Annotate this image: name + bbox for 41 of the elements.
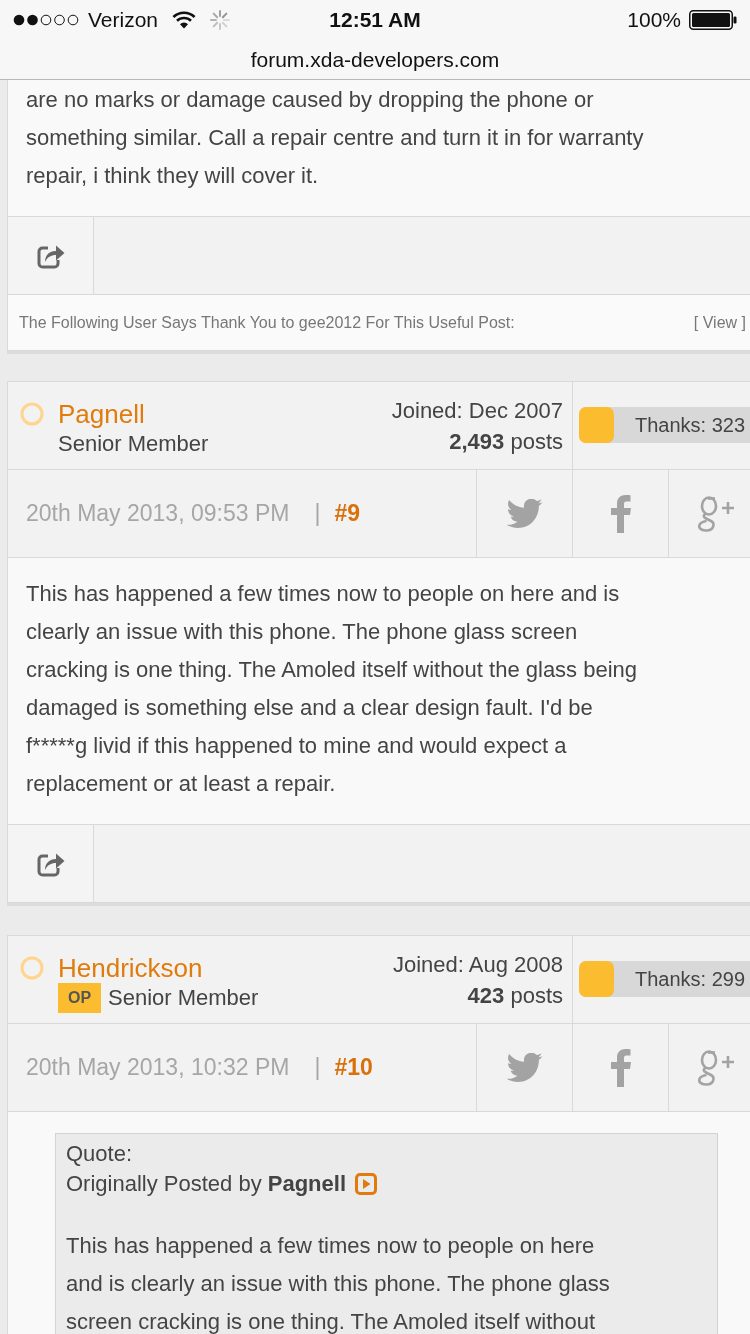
quote-text: This has happened a few times now to people on here and is clearly an issue with this phone. The phone glass screen cracking is one thing. The Amoled itself without	[66, 1232, 610, 1334]
battery-icon	[689, 10, 737, 30]
op-badge: OP	[58, 983, 101, 1013]
author-name[interactable]: Hendrickson	[58, 953, 203, 983]
square-icon	[579, 961, 614, 997]
signal-icon	[13, 14, 79, 26]
separator: |	[314, 500, 321, 527]
g-plus-icon	[697, 1047, 737, 1088]
bird-icon	[506, 498, 543, 529]
post-text: This has happened a few times now to people on here and is clearly an issue with this phone. The phone glass screen cracking is one thing. The Amoled itself without the glass being damaged is something else and a clear design fault. I'd be f*****g livid if this happened to mine and would expect a replacement or at least a repair.	[26, 580, 638, 798]
post-date: 20th May 2013, 10:32 PM	[26, 1054, 290, 1081]
quote-attribution: Originally Posted by Pagnell	[66, 1170, 346, 1198]
post-number[interactable]: #10	[334, 1054, 373, 1081]
letter-f-icon	[610, 1048, 631, 1087]
play-icon[interactable]	[355, 1173, 377, 1195]
join-date: Joined: Dec 2007	[391, 398, 563, 423]
letter-f-icon	[610, 494, 631, 533]
member-rank: Senior Member	[108, 984, 259, 1012]
loading-spinner-icon	[210, 10, 231, 30]
view-link[interactable]: [ View ]	[693, 313, 746, 332]
post-count: 423 posts	[467, 983, 563, 1008]
thanks-button[interactable]: Thanks: 323	[579, 407, 750, 443]
g-plus-icon	[697, 493, 737, 534]
carrier-name: Verizon	[88, 8, 159, 32]
thanks-button[interactable]: Thanks: 299	[579, 961, 750, 997]
bird-icon	[506, 1052, 543, 1083]
post-number[interactable]: #9	[334, 500, 360, 527]
post-text: are no marks or damage caused by dropping the phone or something similar. Call a repair centre and turn it in for warranty repair, i think they will cover it.	[26, 86, 644, 190]
clock-time: 12:51 AM	[329, 8, 421, 32]
square-icon	[579, 407, 614, 443]
thanks-note: The Following User Says Thank You to gee2012 For This Useful Post:	[19, 313, 515, 332]
battery-percent: 100%	[627, 8, 681, 32]
separator: |	[314, 1054, 321, 1081]
post-date: 20th May 2013, 09:53 PM	[26, 500, 290, 527]
post-count: 2,493 posts	[449, 429, 563, 454]
join-date: Joined: Aug 2008	[392, 952, 563, 977]
quote-label: Quote:	[66, 1140, 133, 1168]
member-rank: Senior Member	[58, 430, 209, 458]
author-name[interactable]: Pagnell	[58, 399, 145, 429]
wifi-icon	[172, 11, 197, 29]
address-text[interactable]: forum.xda-developers.com	[250, 47, 500, 72]
